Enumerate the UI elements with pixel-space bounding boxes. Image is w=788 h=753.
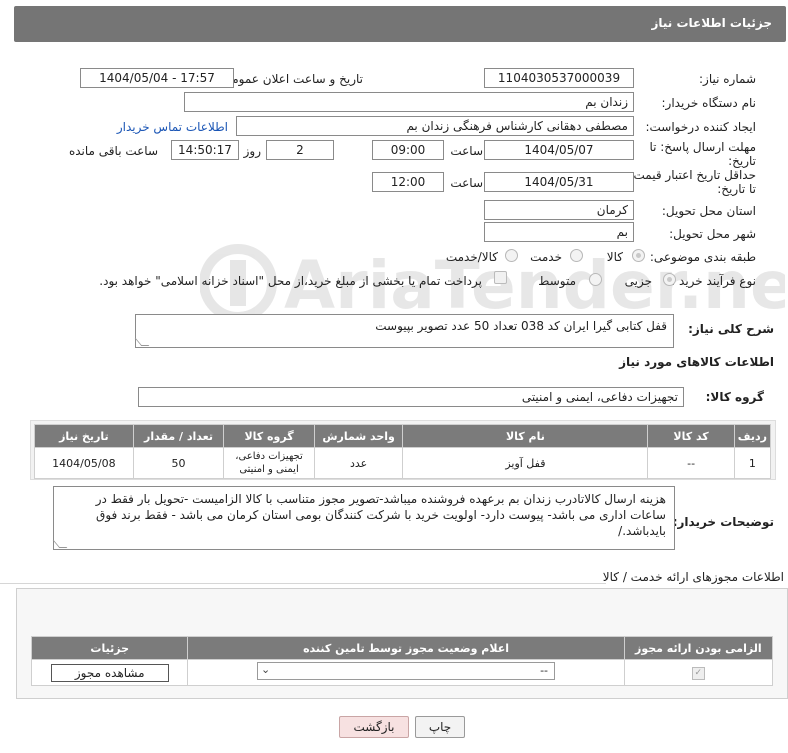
cell-qty: 50 <box>132 447 225 479</box>
buyer-org-field: زندان بم <box>184 92 634 112</box>
chevron-down-icon: ⌄ <box>261 663 271 676</box>
remaining-time-label: ساعت باقی مانده <box>68 144 158 158</box>
buyer-notes-label: توضیحات خریدار: <box>672 515 774 529</box>
creator-label: ایجاد کننده درخواست: <box>645 120 756 134</box>
province-label: استان محل تحویل: <box>661 204 756 218</box>
description-label: شرح کلی نیاز: <box>688 322 774 336</box>
resize-handle-icon[interactable] <box>134 338 150 346</box>
deadline-date-field: 1404/05/07 <box>484 140 634 160</box>
page-header: جزئیات اطلاعات نیاز <box>14 6 786 42</box>
buyer-org-label: نام دستگاه خریدار: <box>661 96 757 110</box>
permit-status-value: -- <box>540 664 549 677</box>
col-qty: تعداد / مقدار <box>132 424 225 448</box>
cell-date: 1404/05/08 <box>34 447 134 479</box>
page-title: جزئیات اطلاعات نیاز <box>651 16 772 30</box>
permits-table: الزامی بودن ارائه مجوز اعلام وضعیت مجوز … <box>30 636 774 686</box>
back-button[interactable]: بازگشت <box>339 716 409 738</box>
days-remaining-field: 2 <box>266 140 334 160</box>
cell-group: تجهیزات دفاعی، ایمنی و امنیتی <box>223 447 315 479</box>
city-label: شهر محل تحویل: <box>669 227 756 241</box>
category-service-radio[interactable] <box>570 249 583 262</box>
treasury-payment-text: پرداخت تمام یا بخشی از مبلغ خرید،از محل … <box>99 274 482 288</box>
goods-group-field: تجهیزات دفاعی، ایمنی و امنیتی <box>138 387 684 407</box>
col-name: نام کالا <box>402 424 649 448</box>
need-number-label: شماره نیاز: <box>699 72 756 86</box>
remaining-time-field: 14:50:17 <box>171 140 239 160</box>
validity-label: حداقل تاریخ اعتبار قیمت: <box>629 168 756 182</box>
col-group: گروه کالا <box>223 424 315 448</box>
col-date: تاریخ نیاز <box>34 424 134 448</box>
table-row: ✓ ⌄ -- مشاهده مجوز <box>30 659 774 686</box>
table-row: 1 -- قفل آویز عدد تجهیزات دفاعی، ایمنی و… <box>34 447 772 479</box>
permit-status-select[interactable]: ⌄ -- <box>257 662 556 680</box>
city-field: بم <box>484 222 634 242</box>
description-text: قفل کتابی گیرا ایران کد 038 تعداد 50 عدد… <box>375 319 667 333</box>
deadline-time-label: ساعت <box>450 144 483 158</box>
buyer-notes-textarea[interactable]: هزینه ارسال کالاتادرب زندان بم برعهده فر… <box>52 486 675 550</box>
goods-group-label: گروه کالا: <box>705 390 764 404</box>
goods-section-title: اطلاعات کالاهای مورد نیاز <box>619 355 774 369</box>
cell-code: -- <box>647 447 735 479</box>
validity-time-field: 12:00 <box>372 172 444 192</box>
goods-table: ردیف کد کالا نام کالا واحد شمارش گروه کا… <box>34 424 772 479</box>
col-permit-status: اعلام وضعیت مجوز توسط تامین کننده <box>187 636 625 660</box>
col-permit-details: جزئیات <box>30 636 189 660</box>
buyer-contact-link[interactable]: اطلاعات تماس خریدار <box>117 120 228 134</box>
validity-date-label: تا تاریخ: <box>717 182 756 196</box>
announce-field: 1404/05/04 - 17:57 <box>80 68 234 88</box>
deadline-label: مهلت ارسال پاسخ: تا <box>649 140 756 154</box>
treasury-payment-checkbox[interactable] <box>494 271 507 284</box>
process-medium-label: متوسط <box>538 274 576 288</box>
print-button[interactable]: چاپ <box>415 716 465 738</box>
permits-section-title: اطلاعات مجوزهای ارائه خدمت / کالا <box>602 570 784 584</box>
buyer-notes-text: هزینه ارسال کالاتادرب زندان بم برعهده فر… <box>95 492 666 538</box>
category-both-radio[interactable] <box>505 249 518 262</box>
category-service-label: خدمت <box>530 250 562 264</box>
col-permit-required: الزامی بودن ارائه مجوز <box>623 636 774 660</box>
category-goods-radio[interactable] <box>632 249 645 262</box>
cell-permit-details: مشاهده مجوز <box>30 659 189 686</box>
cell-unit: عدد <box>313 447 404 479</box>
category-both-label: کالا/خدمت <box>445 250 498 264</box>
announce-label: تاریخ و ساعت اعلان عمومی: <box>218 72 363 86</box>
required-checkbox[interactable]: ✓ <box>691 667 705 680</box>
deadline-date-label: تاریخ: <box>728 154 756 168</box>
category-label: طبقه بندی موضوعی: <box>649 250 756 264</box>
province-field: کرمان <box>484 200 634 220</box>
col-unit: واحد شمارش <box>313 424 404 448</box>
deadline-time-field: 09:00 <box>372 140 444 160</box>
cell-name: قفل آویز <box>402 447 649 479</box>
cell-permit-required: ✓ <box>623 659 774 686</box>
cell-permit-status: ⌄ -- <box>187 659 625 686</box>
view-permit-button[interactable]: مشاهده مجوز <box>50 663 169 682</box>
creator-field: مصطفی دهقانی کارشناس فرهنگی زندان بم <box>236 116 634 136</box>
col-row: ردیف <box>733 424 772 448</box>
process-minor-radio[interactable] <box>663 273 676 286</box>
validity-time-label: ساعت <box>450 176 483 190</box>
category-goods-label: کالا <box>606 250 623 264</box>
process-label: نوع فرآیند خرید : <box>671 274 756 288</box>
resize-handle-icon[interactable] <box>52 540 68 548</box>
permits-divider <box>0 583 606 584</box>
validity-date-field: 1404/05/31 <box>484 172 634 192</box>
process-minor-label: جزیی <box>624 274 652 288</box>
cell-row: 1 <box>733 447 772 479</box>
col-code: کد کالا <box>647 424 735 448</box>
need-number-field: 1104030537000039 <box>484 68 634 88</box>
description-textarea[interactable]: قفل کتابی گیرا ایران کد 038 تعداد 50 عدد… <box>134 314 674 348</box>
process-medium-radio[interactable] <box>589 273 602 286</box>
